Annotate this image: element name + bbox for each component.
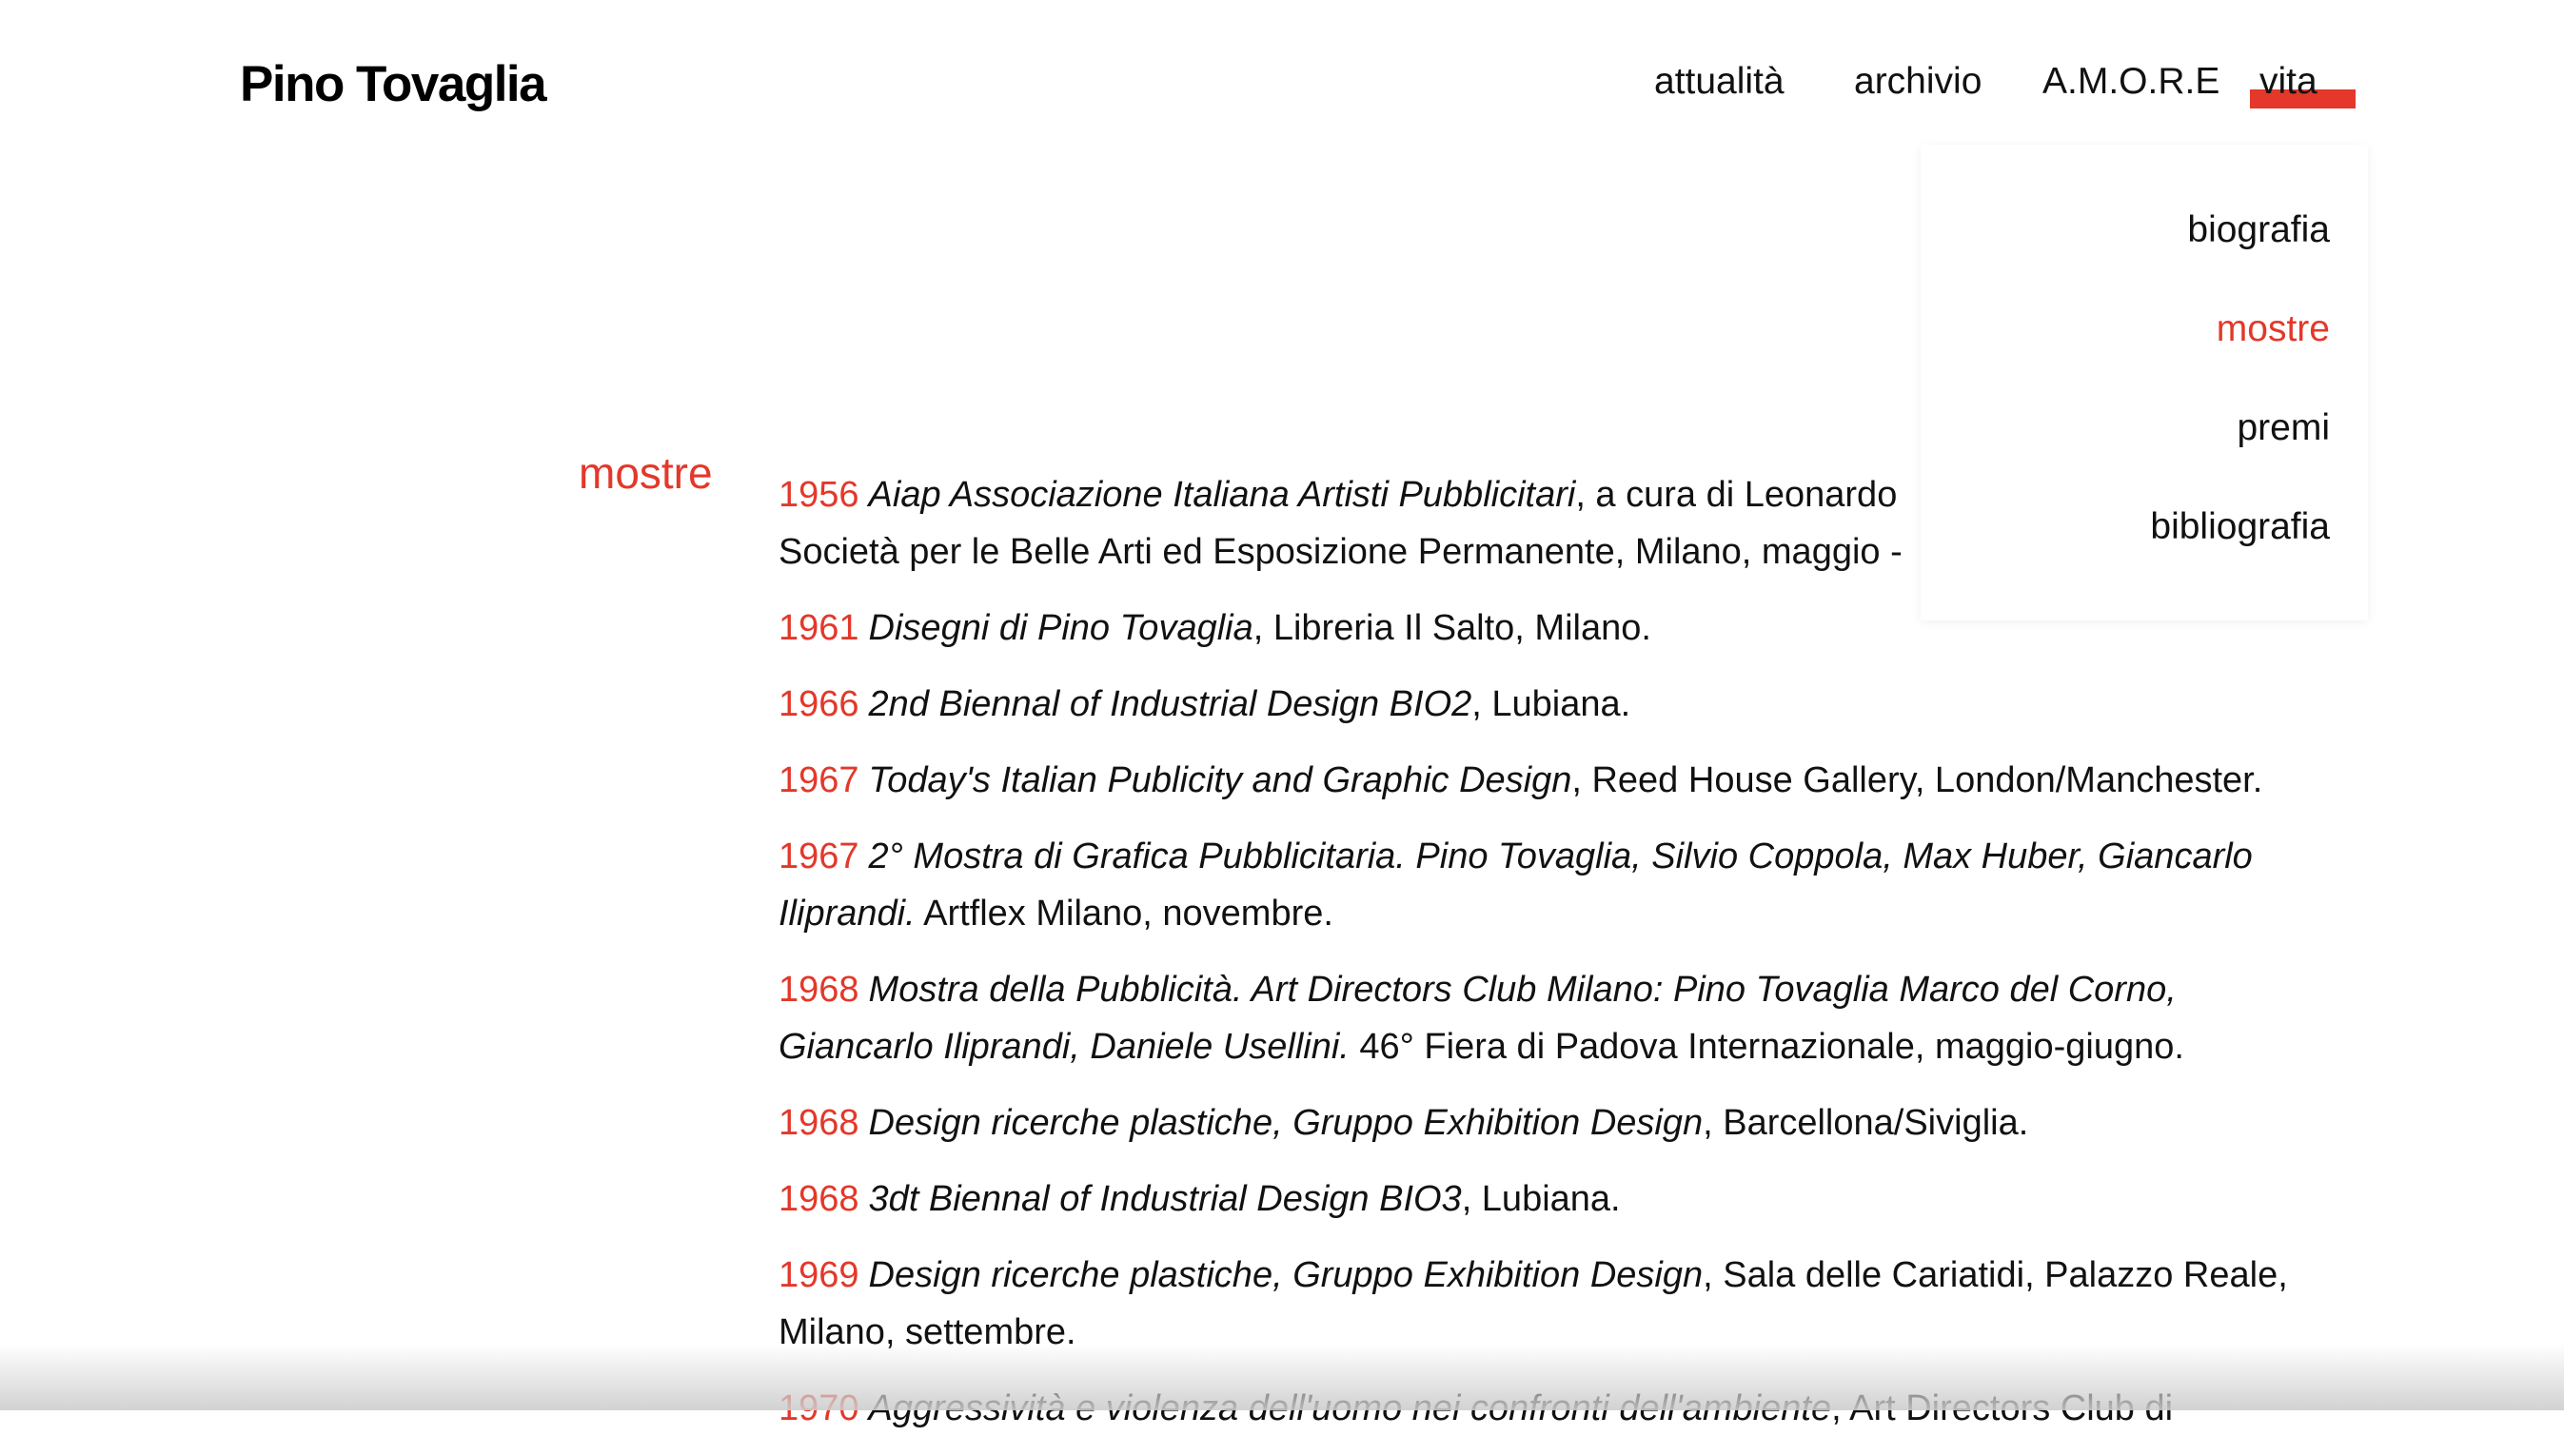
entry-details: 46° Fiera di Padova Internazionale, magg…	[1349, 1027, 2184, 1067]
entry-title: 2nd Biennal of Industrial Design BIO2	[868, 684, 1472, 724]
entry-details: , Lubiana.	[1471, 684, 1631, 724]
main-nav: attualità archivio A.M.O.R.E vita	[0, 61, 2564, 118]
entry-details-continued: Società per le Belle Arti ed Esposizione…	[779, 532, 1903, 572]
entry-year: 1968	[779, 970, 859, 1010]
exhibition-entry: 1968 3dt Biennal of Industrial Design BIO…	[779, 1171, 2339, 1228]
entry-details: , Art Directors Club di	[1831, 1388, 2174, 1428]
entry-details: Artflex Milano, novembre.	[915, 894, 1333, 934]
exhibition-entry: 1968 Mostra della Pubblicità. Art Directo…	[779, 961, 2339, 1075]
submenu-item-bibliografia[interactable]: bibliografia	[2150, 506, 2330, 548]
section-label: mostre	[579, 448, 713, 498]
entry-title: Disegni di Pino Tovaglia	[868, 608, 1253, 648]
entry-year: 1970	[779, 1388, 859, 1428]
nav-item-amore[interactable]: A.M.O.R.E	[2042, 61, 2219, 103]
entry-title: Today's Italian Publicity and Graphic De…	[868, 760, 1572, 800]
entry-year: 1966	[779, 684, 859, 724]
entry-year: 1956	[779, 475, 859, 515]
nav-item-vita[interactable]: vita	[2250, 61, 2356, 108]
entry-year: 1967	[779, 836, 859, 876]
exhibition-entry: 1970 Aggressività e violenza dell'uomo ne…	[779, 1380, 2339, 1437]
submenu-item-mostre[interactable]: mostre	[2217, 308, 2330, 350]
entry-details: , Lubiana.	[1461, 1179, 1621, 1219]
exhibition-entry: 1967 2° Mostra di Grafica Pubblicitaria. …	[779, 828, 2339, 942]
entry-title: Design ricerche plastiche, Gruppo Exhibi…	[868, 1103, 1704, 1143]
entry-year: 1967	[779, 760, 859, 800]
entry-details: , Libreria Il Salto, Milano.	[1252, 608, 1651, 648]
entry-title: 3dt Biennal of Industrial Design BIO3	[868, 1179, 1462, 1219]
entry-year: 1968	[779, 1103, 859, 1143]
vita-submenu: biografia mostre premi bibliografia	[1921, 145, 2368, 620]
entry-details: , Reed House Gallery, London/Manchester.	[1571, 760, 2263, 800]
entry-year: 1961	[779, 608, 859, 648]
submenu-item-premi[interactable]: premi	[2237, 407, 2330, 449]
entry-details: , a cura di Leonardo	[1575, 475, 1898, 515]
entry-details: , Barcellona/Siviglia.	[1703, 1103, 2029, 1143]
entry-year: 1968	[779, 1179, 859, 1219]
nav-item-attualita[interactable]: attualità	[1654, 61, 1785, 103]
entry-title: Aggressività e violenza dell'uomo nei co…	[868, 1388, 1832, 1428]
entry-title: Design ricerche plastiche, Gruppo Exhibi…	[868, 1255, 1704, 1295]
submenu-item-biografia[interactable]: biografia	[2187, 209, 2330, 251]
exhibition-entry: 1966 2nd Biennal of Industrial Design BIO…	[779, 676, 2339, 733]
exhibition-entry: 1969 Design ricerche plastiche, Gruppo Ex…	[779, 1247, 2339, 1361]
entry-year: 1969	[779, 1255, 859, 1295]
entry-title: Aiap Associazione Italiana Artisti Pubbl…	[868, 475, 1576, 515]
exhibition-entry: 1968 Design ricerche plastiche, Gruppo Ex…	[779, 1094, 2339, 1151]
exhibition-entry: 1967 Today's Italian Publicity and Graphi…	[779, 752, 2339, 809]
nav-item-archivio[interactable]: archivio	[1854, 61, 1982, 103]
